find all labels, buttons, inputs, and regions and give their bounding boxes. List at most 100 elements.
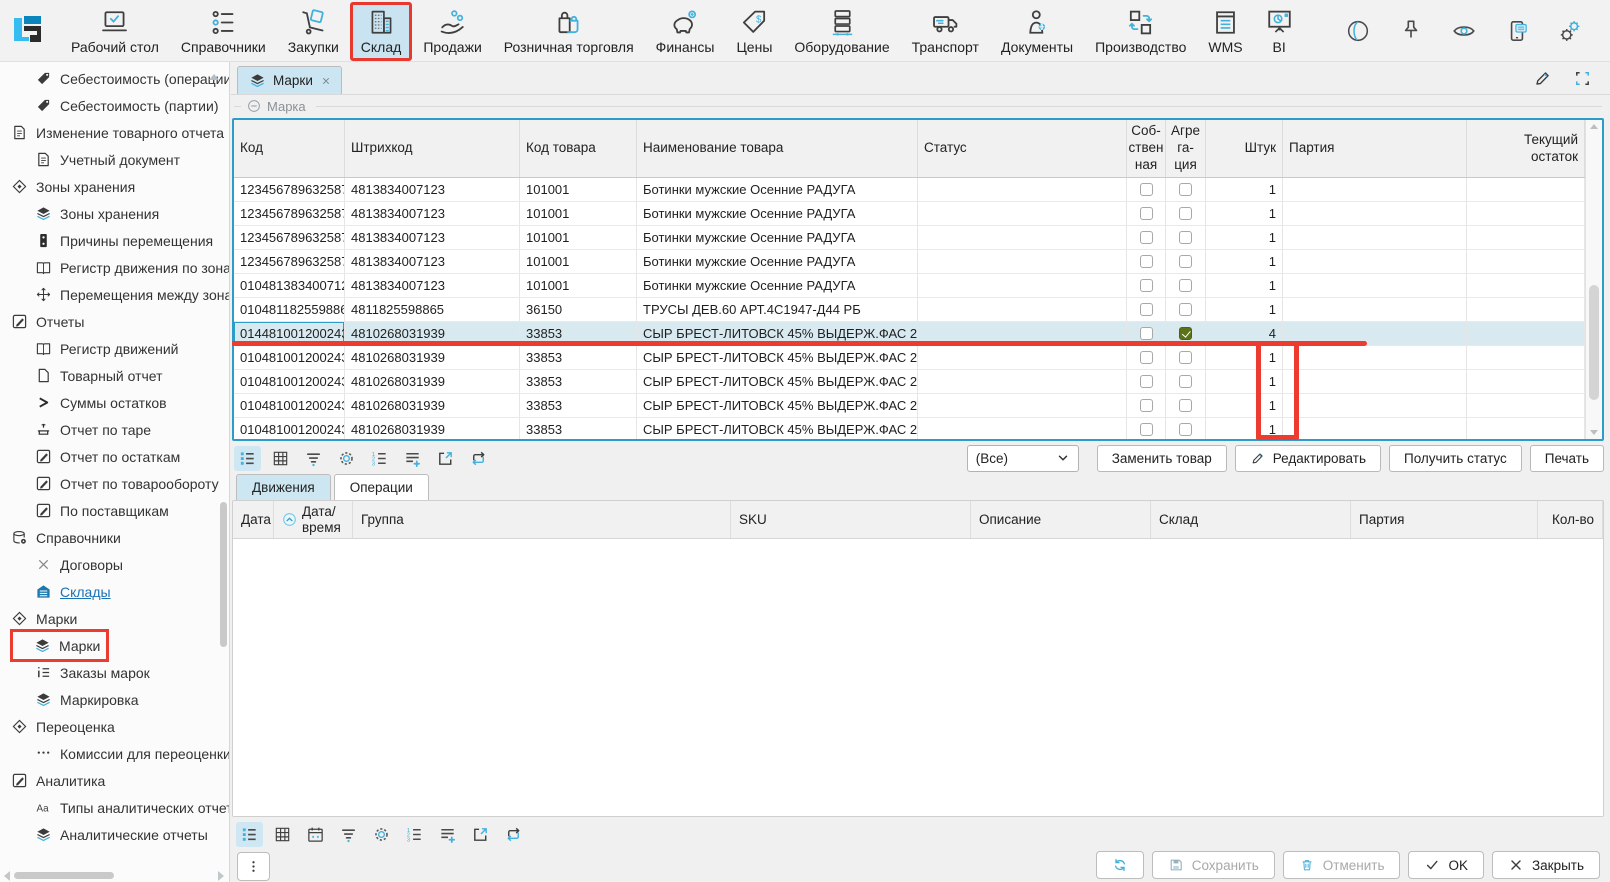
own-checkbox[interactable] (1140, 183, 1153, 196)
table-cell[interactable]: 1 (1206, 274, 1283, 297)
menu-item[interactable]: Финансы (645, 2, 726, 61)
own-checkbox[interactable] (1140, 255, 1153, 268)
sidebar-item[interactable]: Марки (13, 632, 106, 659)
edit-pencil-icon[interactable] (1533, 68, 1553, 88)
table-cell[interactable] (1283, 250, 1467, 273)
sidebar-item[interactable]: Аналитические отчеты (0, 821, 229, 848)
table-cell[interactable]: 4813834007123 (345, 226, 520, 249)
table-cell[interactable]: 101001 (520, 274, 637, 297)
table-cell[interactable] (1467, 274, 1585, 297)
table-cell[interactable]: 010481001200243721... (234, 370, 345, 393)
scroll-up-icon[interactable] (209, 74, 219, 80)
table-cell[interactable] (1283, 370, 1467, 393)
table-cell[interactable]: СЫР БРЕСТ-ЛИТОВСК 45% ВЫДЕРЖ.ФАС 200... (637, 394, 918, 417)
sidebar-horizontal-scrollbar[interactable] (0, 870, 228, 881)
sidebar-item[interactable]: Зоны хранения (0, 200, 229, 227)
table-cell[interactable]: 101001 (520, 226, 637, 249)
table-cell[interactable] (1283, 202, 1467, 225)
table-vertical-scrollbar[interactable] (1585, 120, 1602, 439)
table-cell[interactable] (1467, 370, 1585, 393)
topbar-message-icon[interactable] (1504, 18, 1530, 44)
print-button[interactable]: Печать (1530, 445, 1604, 472)
column-header[interactable]: Группа (353, 501, 731, 538)
aggregation-checkbox[interactable] (1179, 303, 1192, 316)
own-checkbox[interactable] (1140, 423, 1153, 436)
sidebar-item[interactable]: Типы аналитических отчет (0, 794, 229, 821)
table-cell[interactable] (918, 202, 1127, 225)
table-cell[interactable]: 1 (1206, 226, 1283, 249)
toolbar-numbered-list-button[interactable] (366, 446, 393, 471)
close-button[interactable]: Закрыть (1492, 851, 1600, 879)
table-cell[interactable] (918, 394, 1127, 417)
aggregation-checkbox[interactable] (1179, 231, 1192, 244)
table-cell[interactable] (1283, 298, 1467, 321)
sidebar-item[interactable]: Регистр движения по зона (0, 254, 229, 281)
column-header[interactable]: Дата (233, 501, 274, 538)
edit-button[interactable]: Редактировать (1235, 445, 1381, 472)
table-cell[interactable]: 010481001200243721... (234, 394, 345, 417)
toolbar-filter-button[interactable] (300, 446, 327, 471)
column-header[interactable]: Соб- ствен ная (1127, 120, 1166, 177)
menu-item[interactable]: Документы (990, 2, 1084, 61)
table-cell[interactable] (1127, 394, 1166, 417)
sidebar-item[interactable]: Переоценка (0, 713, 229, 740)
table-cell[interactable] (1467, 346, 1585, 369)
own-checkbox[interactable] (1140, 303, 1153, 316)
scroll-right-icon[interactable] (218, 871, 224, 881)
table-cell[interactable]: 4810268031939 (345, 370, 520, 393)
toolbar-reload-button[interactable] (465, 446, 492, 471)
column-header[interactable]: Наименование товара (637, 120, 918, 177)
table-cell[interactable]: 1 (1206, 202, 1283, 225)
toolbar-grid-view-button[interactable] (267, 446, 294, 471)
table-cell[interactable]: 4810268031939 (345, 346, 520, 369)
topbar-pin-icon[interactable] (1398, 18, 1424, 44)
column-header[interactable]: Статус (918, 120, 1127, 177)
table-cell[interactable]: 4811825598865 (345, 298, 520, 321)
table-cell[interactable]: 101001 (520, 178, 637, 201)
menu-item[interactable]: BI (1254, 2, 1305, 61)
table-cell[interactable]: 123456789632587412... (234, 226, 345, 249)
aggregation-checkbox[interactable] (1179, 183, 1192, 196)
table-cell[interactable] (918, 418, 1127, 439)
table-cell[interactable]: 4813834007123 (345, 274, 520, 297)
table-cell[interactable]: 1 (1206, 298, 1283, 321)
table-cell[interactable]: ТРУСЫ ДЕВ.60 АРТ.4С1947-Д44 РБ (637, 298, 918, 321)
fullscreen-icon[interactable] (1573, 69, 1592, 88)
table-cell[interactable]: 010481001200243721... (234, 346, 345, 369)
detail-tab[interactable]: Операции (334, 474, 429, 500)
table-cell[interactable] (1467, 178, 1585, 201)
table-cell[interactable] (918, 226, 1127, 249)
sidebar-item[interactable]: Себестоимость (партии) (0, 92, 229, 119)
sidebar-item[interactable]: Регистр движений (0, 335, 229, 362)
sidebar-item[interactable]: Комиссии для переоценки (0, 740, 229, 767)
sidebar-item[interactable]: Товарный отчет (0, 362, 229, 389)
sidebar-item[interactable]: Справочники (0, 524, 229, 551)
menu-item[interactable]: WMS (1197, 2, 1253, 61)
own-checkbox[interactable] (1140, 327, 1153, 340)
scroll-down-icon[interactable] (1590, 430, 1598, 435)
sidebar-item[interactable]: Причины перемещения (0, 227, 229, 254)
table-row[interactable]: 123456789632587412...4813834007123101001… (234, 250, 1585, 274)
toolbar-open-in-new-button[interactable] (432, 446, 459, 471)
table-cell[interactable] (1467, 394, 1585, 417)
column-header[interactable]: Кол-во (1538, 501, 1603, 538)
table-cell[interactable]: 36150 (520, 298, 637, 321)
scrollbar-thumb[interactable] (14, 872, 114, 879)
table-cell[interactable] (1467, 202, 1585, 225)
app-logo-icon[interactable] (12, 11, 46, 51)
table-cell[interactable]: 010481001200243721... (234, 418, 345, 439)
sidebar-item[interactable]: Аналитика (0, 767, 229, 794)
own-checkbox[interactable] (1140, 351, 1153, 364)
table-cell[interactable]: 1 (1206, 250, 1283, 273)
aggregation-checkbox[interactable] (1179, 351, 1192, 364)
own-checkbox[interactable] (1140, 375, 1153, 388)
table-cell[interactable]: 33853 (520, 370, 637, 393)
toolbar-settings-gear-button[interactable] (333, 446, 360, 471)
save-button[interactable]: Сохранить (1152, 851, 1275, 879)
table-cell[interactable]: СЫР БРЕСТ-ЛИТОВСК 45% ВЫДЕРЖ.ФАС 200... (637, 370, 918, 393)
table-row[interactable]: 010481001200243721...481026803193933853С… (234, 370, 1585, 394)
aggregation-checkbox[interactable] (1179, 255, 1192, 268)
table-cell[interactable] (1166, 250, 1206, 273)
table-cell[interactable] (1283, 178, 1467, 201)
menu-item[interactable]: Продажи (412, 2, 492, 61)
